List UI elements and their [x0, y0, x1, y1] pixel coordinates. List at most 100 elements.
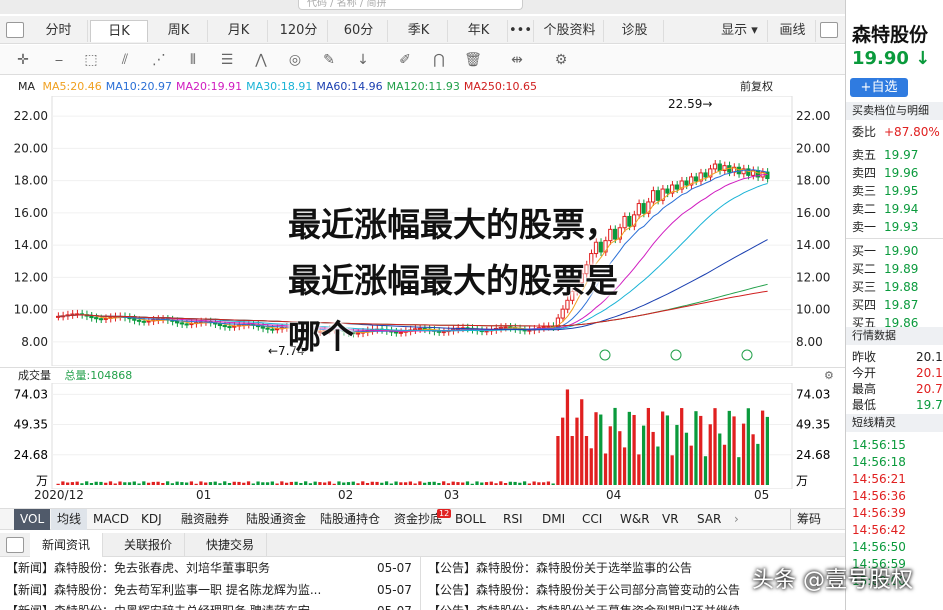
- volume-bar: [399, 482, 403, 485]
- volume-bar: [127, 482, 132, 485]
- ind-sar[interactable]: SAR: [691, 509, 727, 530]
- orderbook-row: 卖一 19.93: [852, 218, 943, 236]
- ind-hk-hold[interactable]: 陆股通持仓: [314, 509, 386, 530]
- volume-bar: [189, 481, 194, 485]
- date-label: 04: [606, 488, 622, 502]
- tab-weekly-k[interactable]: 周K: [150, 20, 208, 42]
- volume-bar: [85, 481, 89, 485]
- short-title: 短线精灵: [846, 414, 943, 432]
- ind-margin[interactable]: 融资融券: [175, 509, 235, 530]
- ma-value: MA5:20.46: [42, 80, 102, 93]
- display-menu[interactable]: 显示 ▾: [712, 20, 768, 42]
- adjust-mode[interactable]: 前复权: [740, 78, 773, 96]
- ind-dmi[interactable]: DMI: [536, 509, 571, 530]
- tab-related-quotes[interactable]: 关联报价: [112, 533, 186, 557]
- news-item[interactable]: 【新闻】森特股份：免去张春虎、刘培华董事职务: [6, 557, 366, 579]
- ind-hk-fund[interactable]: 陆股通资金: [240, 509, 312, 530]
- ind-cci[interactable]: CCI: [576, 509, 608, 530]
- wave-tool-icon[interactable]: ⋀: [250, 50, 272, 70]
- volume-bar: [708, 424, 712, 485]
- short-time: 14:56:21: [852, 472, 906, 486]
- period-tabs: 分时 日K 周K 月K 120分 60分 季K 年K ••• 个股资料 诊股 显…: [0, 16, 845, 44]
- ind-vol[interactable]: VOL: [14, 509, 51, 530]
- volume-bar: [661, 411, 665, 485]
- ind-boll[interactable]: BOLL: [449, 509, 492, 530]
- volume-bar: [741, 423, 746, 485]
- tab-yearly-k[interactable]: 年K: [450, 20, 508, 42]
- level-price: 19.89: [884, 262, 919, 276]
- ind-rsi[interactable]: RSI: [497, 509, 529, 530]
- volume-unit-right: 万: [796, 474, 808, 488]
- news-item[interactable]: 【新闻】森特股份：免去苟军利监事一职 提名陈龙辉为监...: [6, 579, 366, 601]
- tab-news[interactable]: 新闻资讯: [30, 533, 104, 557]
- tab-60min[interactable]: 60分: [330, 20, 388, 42]
- fan-tool-icon[interactable]: ⫽: [114, 50, 136, 70]
- cycle-tool-icon[interactable]: ◎: [284, 50, 306, 70]
- candle: [103, 317, 108, 320]
- rect-tool-icon[interactable]: ⬚: [80, 50, 102, 70]
- volume-bar: [75, 481, 79, 485]
- volume-chart[interactable]: 74.03 74.03 49.35 49.35 24.68 24.68 万 万: [0, 383, 845, 489]
- arrow-down-tool-icon[interactable]: ↓: [352, 50, 374, 70]
- candle: [693, 176, 699, 182]
- line-tool-icon[interactable]: ⎯: [48, 50, 70, 70]
- volume-bar: [213, 481, 217, 485]
- trash-icon[interactable]: 🗑: [462, 50, 484, 70]
- tab-quarterly-k[interactable]: 季K: [390, 20, 448, 42]
- price-tick-right: 8.00: [796, 335, 823, 349]
- volume-tick-left: 49.35: [14, 418, 48, 432]
- volume-bar: [680, 408, 684, 485]
- volume-bar: [584, 436, 589, 485]
- ind-ma[interactable]: 均线: [51, 509, 88, 530]
- volume-tick-right: 24.68: [796, 448, 830, 462]
- settings-icon[interactable]: ⚙: [550, 50, 572, 70]
- bars-tool-icon[interactable]: ⦀: [182, 50, 204, 70]
- layout-toggle-right-icon[interactable]: [820, 22, 838, 38]
- tab-daily-k[interactable]: 日K: [90, 20, 148, 42]
- collapse-icon[interactable]: [6, 537, 24, 553]
- chevron-right-icon[interactable]: ›: [728, 509, 745, 530]
- ma-label: MA: [18, 80, 36, 93]
- volume-settings-icon[interactable]: ⚙: [824, 368, 834, 384]
- headline-line: 哪个: [288, 317, 354, 356]
- quote-row: 最低 19.70: [852, 396, 943, 414]
- candle: [665, 188, 670, 194]
- add-watchlist-button[interactable]: +自选: [850, 78, 908, 97]
- date-label: 2020/12: [34, 488, 84, 502]
- chip-button[interactable]: 筹码: [790, 509, 827, 530]
- tab-company-profile[interactable]: 个股资料: [536, 20, 604, 42]
- more-periods-button[interactable]: •••: [508, 20, 534, 42]
- tab-diagnosis[interactable]: 诊股: [606, 20, 664, 42]
- news-item[interactable]: 【新闻】森特股份：由黑辉安辞去总经理职务 聘请蒋东宏: [6, 600, 366, 610]
- volume-bar: [156, 481, 160, 485]
- ind-kdj[interactable]: KDJ: [135, 509, 168, 530]
- high-annotation: 22.59→: [668, 97, 712, 111]
- tab-intraday[interactable]: 分时: [30, 20, 88, 42]
- volume-bar: [670, 455, 674, 485]
- split-icon[interactable]: ⇹: [506, 50, 528, 70]
- tab-120min[interactable]: 120分: [270, 20, 328, 42]
- news-divider: [420, 557, 421, 610]
- ind-wr[interactable]: W&R: [614, 509, 656, 530]
- announcement-item[interactable]: 【公告】森特股份：森特股份关于募集资金到期归还并继续: [428, 600, 843, 610]
- eraser-icon[interactable]: ✐: [394, 50, 416, 70]
- volume-bar: [194, 483, 198, 485]
- volume-header: 成交量 总量:104868 ⚙: [0, 367, 845, 383]
- fib-tool-icon[interactable]: ☰: [216, 50, 238, 70]
- volume-bar: [66, 482, 70, 485]
- magnet-icon[interactable]: ⋂: [428, 50, 450, 70]
- volume-bar: [137, 483, 141, 485]
- search-input[interactable]: 代码 / 名称 / 简拼: [298, 0, 523, 10]
- volume-bar: [389, 483, 393, 485]
- crosshair-icon[interactable]: ✛: [12, 50, 34, 70]
- path-tool-icon[interactable]: ⋰: [148, 50, 170, 70]
- layout-toggle-icon[interactable]: [6, 22, 24, 38]
- tab-quick-trade[interactable]: 快捷交易: [194, 533, 268, 557]
- pattern-tool-icon[interactable]: ✎: [318, 50, 340, 70]
- ind-macd[interactable]: MACD: [87, 509, 135, 530]
- tab-monthly-k[interactable]: 月K: [210, 20, 268, 42]
- volume-bar: [323, 482, 327, 485]
- volume-bar: [251, 483, 255, 485]
- ind-vr[interactable]: VR: [656, 509, 685, 530]
- drawing-menu[interactable]: 画线: [770, 20, 816, 42]
